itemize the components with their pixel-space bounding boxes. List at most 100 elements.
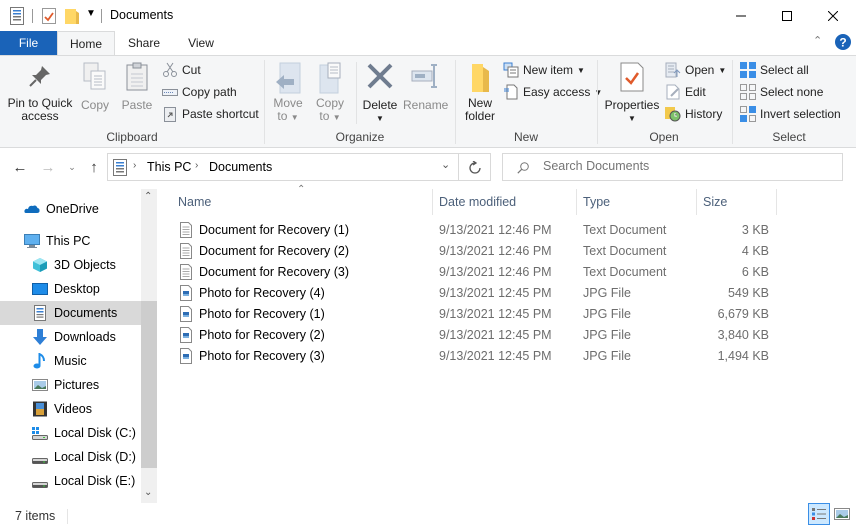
rename-button[interactable]: Rename (403, 62, 448, 112)
properties-button[interactable]: Properties ▼ (603, 62, 661, 125)
properties-icon[interactable] (41, 7, 57, 25)
properties-icon (620, 62, 644, 92)
copy-button[interactable]: Copy (78, 62, 112, 112)
nav-item-desktop[interactable]: Desktop (0, 277, 141, 301)
documents-icon[interactable] (9, 7, 25, 25)
delete-label: Delete (362, 98, 398, 112)
file-row[interactable]: Photo for Recovery (4) 9/13/2021 12:45 PM… (172, 283, 778, 304)
breadcrumb-documents[interactable]: Documents (209, 160, 272, 174)
file-row[interactable]: Photo for Recovery (2) 9/13/2021 12:45 PM… (172, 325, 778, 346)
refresh-button[interactable] (458, 153, 491, 181)
open-label: Open (685, 63, 715, 77)
tab-home[interactable]: Home (57, 31, 115, 56)
edit-label: Edit (685, 85, 706, 99)
pin-to-quick-access-button[interactable]: Pin to Quick access (4, 64, 76, 123)
customize-qat-icon[interactable]: ▼ (86, 8, 96, 19)
nav-item-local-disk-e[interactable]: Local Disk (E:) (0, 469, 141, 493)
refresh-icon (468, 160, 481, 174)
scroll-up-icon[interactable]: ⌃ (144, 191, 152, 202)
up-button[interactable]: ↑ (84, 156, 104, 178)
tab-file[interactable]: File (0, 31, 57, 56)
delete-button[interactable]: Delete ▼ (360, 62, 400, 125)
copy-to-button[interactable]: Copy to ▼ (312, 62, 348, 124)
nav-item-this-pc[interactable]: This PC (0, 229, 141, 253)
copy-to-label-2: to (319, 109, 330, 123)
address-bar[interactable]: › This PC › Documents ⌄ (107, 153, 491, 181)
properties-label: Properties (604, 98, 660, 112)
nav-item-downloads[interactable]: Downloads (0, 325, 141, 349)
edit-button[interactable]: Edit (665, 82, 706, 102)
minimize-button[interactable] (718, 0, 764, 31)
nav-scrollbar-thumb[interactable] (141, 301, 157, 468)
recent-locations-button[interactable]: ⌄ (62, 156, 82, 178)
close-icon (828, 10, 838, 21)
3d-objects-icon (33, 258, 47, 272)
breadcrumb-this-pc[interactable]: This PC (147, 160, 191, 174)
column-header-date[interactable]: Date modified (439, 193, 516, 211)
select-all-button[interactable]: Select all (740, 60, 809, 80)
file-name: Photo for Recovery (1) (199, 307, 325, 321)
column-divider[interactable] (576, 189, 577, 215)
file-row[interactable]: Document for Recovery (2) 9/13/2021 12:46… (172, 241, 778, 262)
nav-item-music[interactable]: Music (0, 349, 141, 373)
file-row[interactable]: Photo for Recovery (3) 9/13/2021 12:45 PM… (172, 346, 778, 367)
nav-item-local-disk-d[interactable]: Local Disk (D:) (0, 445, 141, 469)
nav-item-local-disk-c[interactable]: Local Disk (C:) (0, 421, 141, 445)
details-view-icon (812, 508, 826, 520)
organize-group-label: Organize (335, 130, 385, 144)
documents-icon (113, 159, 127, 176)
history-button[interactable]: History (665, 104, 722, 124)
collapse-ribbon-icon[interactable]: ⌃ (813, 34, 822, 47)
easy-access-button[interactable]: Easy access ▼ (503, 82, 602, 102)
paste-button[interactable]: Paste (118, 62, 156, 112)
invert-selection-icon (740, 106, 756, 122)
column-header-size[interactable]: Size (703, 193, 727, 211)
search-box[interactable] (502, 153, 843, 181)
file-row[interactable]: Photo for Recovery (1) 9/13/2021 12:45 PM… (172, 304, 778, 325)
paste-shortcut-button[interactable]: Paste shortcut (162, 104, 259, 124)
new-item-button[interactable]: New item ▼ (503, 60, 585, 80)
tab-view[interactable]: View (175, 31, 227, 56)
open-icon (665, 62, 681, 78)
paste-shortcut-label: Paste shortcut (182, 107, 259, 121)
copy-path-label: Copy path (182, 85, 237, 99)
move-to-button[interactable]: Move to ▼ (270, 62, 306, 124)
search-input[interactable] (543, 159, 823, 173)
column-divider[interactable] (432, 189, 433, 215)
paste-label: Paste (121, 98, 153, 112)
copy-path-button[interactable]: Copy path (162, 82, 237, 102)
large-icons-view-button[interactable] (833, 506, 851, 522)
tab-share[interactable]: Share (118, 31, 170, 56)
help-icon[interactable]: ? (835, 34, 851, 50)
maximize-button[interactable] (764, 0, 810, 31)
close-button[interactable] (810, 0, 856, 31)
videos-icon (33, 401, 47, 417)
nav-item-documents[interactable]: Documents (0, 301, 141, 325)
local-disk-icon (32, 458, 48, 464)
file-row[interactable]: Document for Recovery (3) 9/13/2021 12:46… (172, 262, 778, 283)
nav-item-pictures[interactable]: Pictures (0, 373, 141, 397)
nav-item-onedrive[interactable]: OneDrive (0, 197, 141, 221)
open-button[interactable]: Open ▼ (665, 60, 726, 80)
select-none-button[interactable]: Select none (740, 82, 823, 102)
back-button[interactable]: ← (10, 156, 30, 178)
cut-button[interactable]: Cut (162, 60, 201, 80)
paste-shortcut-icon (164, 107, 176, 122)
history-icon (665, 107, 681, 122)
file-row[interactable]: Document for Recovery (1) 9/13/2021 12:46… (172, 220, 778, 241)
nav-item-3d-objects[interactable]: 3D Objects (0, 253, 141, 277)
column-header-name[interactable]: Name (178, 193, 211, 211)
new-folder-icon[interactable] (64, 7, 80, 25)
invert-selection-button[interactable]: Invert selection (740, 104, 841, 124)
column-header-type[interactable]: Type (583, 193, 610, 211)
nav-item-videos[interactable]: Videos (0, 397, 141, 421)
new-folder-button[interactable]: New folder (460, 62, 500, 123)
address-dropdown-icon[interactable]: ⌄ (441, 158, 450, 171)
paste-icon (126, 62, 148, 91)
scroll-down-icon[interactable]: ⌄ (144, 487, 152, 498)
forward-button[interactable]: → (38, 156, 58, 178)
details-view-button[interactable] (808, 503, 830, 525)
column-divider[interactable] (776, 189, 777, 215)
column-divider[interactable] (696, 189, 697, 215)
nav-label: Local Disk (C:) (54, 426, 136, 440)
